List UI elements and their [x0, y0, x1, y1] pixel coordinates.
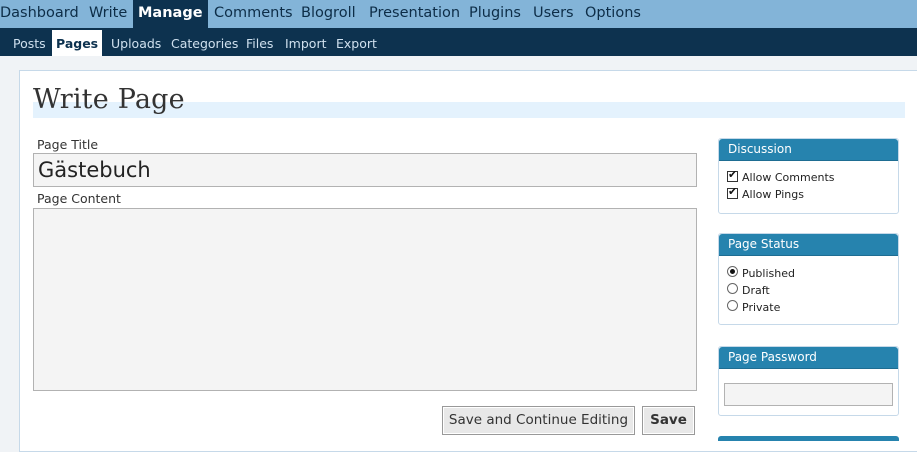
nav-manage[interactable]: Manage	[133, 0, 208, 28]
subnav-categories[interactable]: Categories	[171, 30, 238, 56]
allow-pings-label: Allow Pings	[742, 188, 804, 201]
status-published-radio[interactable]	[727, 266, 738, 277]
subnav-pages[interactable]: Pages	[52, 30, 103, 56]
page-password-panel-title: Page Password	[719, 347, 898, 369]
subnav-files[interactable]: Files	[246, 30, 273, 56]
page-title-label: Page Title	[37, 137, 99, 152]
status-private-radio[interactable]	[727, 300, 738, 311]
nav-dashboard[interactable]: Dashboard	[0, 0, 79, 28]
subnav-uploads[interactable]: Uploads	[111, 30, 161, 56]
subnav-export[interactable]: Export	[336, 30, 377, 56]
page-password-panel: Page Password	[718, 346, 899, 416]
nav-write[interactable]: Write	[89, 0, 127, 28]
allow-pings-checkbox[interactable]: ✔	[727, 185, 738, 199]
top-navigation: Dashboard Write Manage Comments Blogroll…	[0, 0, 917, 28]
nav-blogroll[interactable]: Blogroll	[301, 0, 356, 28]
page-title: Write Page	[33, 84, 185, 115]
allow-comments-option[interactable]: ✔ Allow Comments	[727, 168, 835, 184]
nav-plugins[interactable]: Plugins	[469, 0, 521, 28]
save-continue-button[interactable]: Save and Continue Editing	[442, 406, 635, 435]
nav-comments[interactable]: Comments	[214, 0, 293, 28]
status-draft-label: Draft	[742, 284, 770, 297]
discussion-panel: Discussion ✔ Allow Comments ✔ Allow Pings	[718, 138, 899, 214]
check-icon: ✔	[728, 168, 738, 181]
page-title-input[interactable]: Gästebuch	[33, 153, 697, 187]
page-status-panel: Page Status Published Draft Private	[718, 233, 899, 325]
allow-pings-option[interactable]: ✔ Allow Pings	[727, 185, 804, 201]
radio-selected-dot	[730, 269, 735, 274]
allow-comments-label: Allow Comments	[742, 171, 835, 184]
status-private-option[interactable]: Private	[727, 300, 780, 314]
subnav-import[interactable]: Import	[285, 30, 327, 56]
status-draft-option[interactable]: Draft	[727, 283, 770, 297]
subnav-posts[interactable]: Posts	[13, 30, 46, 56]
page-content-label: Page Content	[37, 191, 121, 206]
page-password-input[interactable]	[724, 383, 893, 406]
discussion-panel-title: Discussion	[719, 139, 898, 161]
save-button[interactable]: Save	[642, 406, 695, 435]
check-icon: ✔	[728, 185, 738, 198]
status-published-label: Published	[742, 267, 795, 280]
nav-options[interactable]: Options	[585, 0, 641, 28]
page-content-textarea[interactable]	[33, 208, 697, 391]
page-status-panel-title: Page Status	[719, 234, 898, 256]
nav-presentation[interactable]: Presentation	[369, 0, 460, 28]
nav-users[interactable]: Users	[533, 0, 574, 28]
next-panel-header	[718, 436, 899, 441]
status-private-label: Private	[742, 301, 781, 314]
status-draft-radio[interactable]	[727, 283, 738, 294]
sub-navigation: Posts Pages Uploads Categories Files Imp…	[0, 28, 917, 56]
allow-comments-checkbox[interactable]: ✔	[727, 168, 738, 182]
status-published-option[interactable]: Published	[727, 266, 795, 280]
